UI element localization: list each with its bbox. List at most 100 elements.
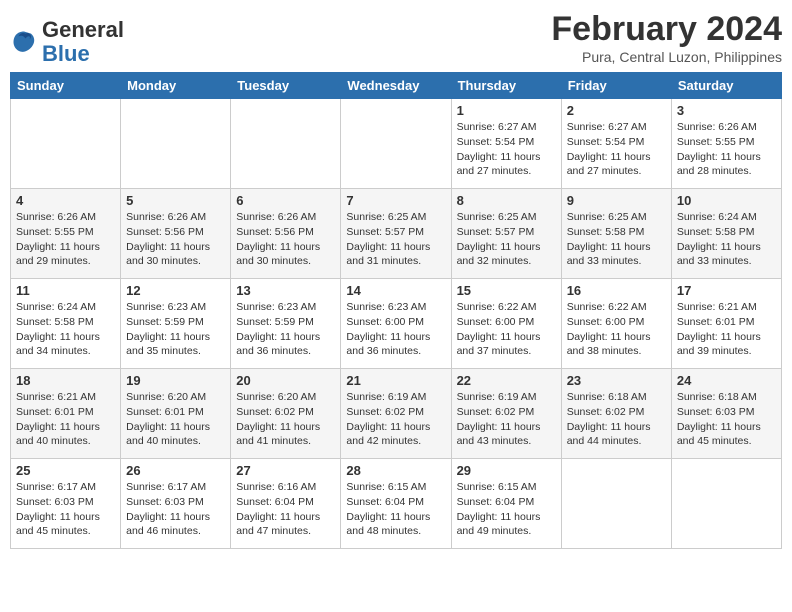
weekday-header-friday: Friday (561, 73, 671, 99)
day-number: 23 (567, 373, 666, 388)
calendar-cell: 22 Sunrise: 6:19 AM Sunset: 6:02 PM Dayli… (451, 369, 561, 459)
weekday-header-wednesday: Wednesday (341, 73, 451, 99)
day-info: Sunrise: 6:26 AM Sunset: 5:55 PM Dayligh… (16, 210, 115, 269)
calendar-cell: 13 Sunrise: 6:23 AM Sunset: 5:59 PM Dayli… (231, 279, 341, 369)
day-info: Sunrise: 6:17 AM Sunset: 6:03 PM Dayligh… (126, 480, 225, 539)
calendar-cell: 27 Sunrise: 6:16 AM Sunset: 6:04 PM Dayli… (231, 459, 341, 549)
calendar-week-row: 18Sunrise: 6:21 AM Sunset: 6:01 PM Dayli… (11, 369, 782, 459)
day-number: 3 (677, 103, 776, 118)
calendar-cell: 3 Sunrise: 6:26 AM Sunset: 5:55 PM Daylig… (671, 99, 781, 189)
calendar-cell (341, 99, 451, 189)
day-info: Sunrise: 6:21 AM Sunset: 6:01 PM Dayligh… (677, 300, 776, 359)
day-number: 2 (567, 103, 666, 118)
day-number: 12 (126, 283, 225, 298)
weekday-header-thursday: Thursday (451, 73, 561, 99)
location-subtitle: Pura, Central Luzon, Philippines (551, 49, 782, 65)
calendar-cell (121, 99, 231, 189)
calendar-cell: 4 Sunrise: 6:26 AM Sunset: 5:55 PM Daylig… (11, 189, 121, 279)
day-number: 19 (126, 373, 225, 388)
day-number: 20 (236, 373, 335, 388)
calendar-week-row: 25Sunrise: 6:17 AM Sunset: 6:03 PM Dayli… (11, 459, 782, 549)
calendar-cell: 20 Sunrise: 6:20 AM Sunset: 6:02 PM Dayli… (231, 369, 341, 459)
calendar-cell: 24Sunrise: 6:18 AM Sunset: 6:03 PM Dayli… (671, 369, 781, 459)
day-number: 10 (677, 193, 776, 208)
calendar-cell: 25Sunrise: 6:17 AM Sunset: 6:03 PM Dayli… (11, 459, 121, 549)
weekday-header-monday: Monday (121, 73, 231, 99)
day-info: Sunrise: 6:25 AM Sunset: 5:58 PM Dayligh… (567, 210, 666, 269)
calendar-cell: 29Sunrise: 6:15 AM Sunset: 6:04 PM Dayli… (451, 459, 561, 549)
day-info: Sunrise: 6:22 AM Sunset: 6:00 PM Dayligh… (567, 300, 666, 359)
day-number: 16 (567, 283, 666, 298)
month-title: February 2024 (551, 10, 782, 49)
calendar-cell: 16 Sunrise: 6:22 AM Sunset: 6:00 PM Dayli… (561, 279, 671, 369)
day-number: 4 (16, 193, 115, 208)
calendar-cell: 18Sunrise: 6:21 AM Sunset: 6:01 PM Dayli… (11, 369, 121, 459)
calendar-cell (231, 99, 341, 189)
calendar-cell (11, 99, 121, 189)
title-block: February 2024 Pura, Central Luzon, Phili… (551, 10, 782, 65)
day-info: Sunrise: 6:27 AM Sunset: 5:54 PM Dayligh… (457, 120, 556, 179)
day-number: 13 (236, 283, 335, 298)
day-info: Sunrise: 6:15 AM Sunset: 6:04 PM Dayligh… (346, 480, 445, 539)
day-number: 26 (126, 463, 225, 478)
day-info: Sunrise: 6:19 AM Sunset: 6:02 PM Dayligh… (346, 390, 445, 449)
day-info: Sunrise: 6:20 AM Sunset: 6:02 PM Dayligh… (236, 390, 335, 449)
day-number: 21 (346, 373, 445, 388)
logo-icon (10, 28, 38, 56)
day-number: 27 (236, 463, 335, 478)
calendar-cell (561, 459, 671, 549)
day-info: Sunrise: 6:16 AM Sunset: 6:04 PM Dayligh… (236, 480, 335, 539)
calendar-cell: 1 Sunrise: 6:27 AM Sunset: 5:54 PM Daylig… (451, 99, 561, 189)
day-number: 7 (346, 193, 445, 208)
day-info: Sunrise: 6:22 AM Sunset: 6:00 PM Dayligh… (457, 300, 556, 359)
day-info: Sunrise: 6:17 AM Sunset: 6:03 PM Dayligh… (16, 480, 115, 539)
day-info: Sunrise: 6:18 AM Sunset: 6:02 PM Dayligh… (567, 390, 666, 449)
calendar-cell: 10Sunrise: 6:24 AM Sunset: 5:58 PM Dayli… (671, 189, 781, 279)
calendar-cell: 14 Sunrise: 6:23 AM Sunset: 6:00 PM Dayli… (341, 279, 451, 369)
day-number: 15 (457, 283, 556, 298)
logo: General Blue (10, 18, 124, 66)
day-info: Sunrise: 6:26 AM Sunset: 5:55 PM Dayligh… (677, 120, 776, 179)
day-info: Sunrise: 6:24 AM Sunset: 5:58 PM Dayligh… (16, 300, 115, 359)
calendar-week-row: 4 Sunrise: 6:26 AM Sunset: 5:55 PM Daylig… (11, 189, 782, 279)
calendar-cell: 21 Sunrise: 6:19 AM Sunset: 6:02 PM Dayli… (341, 369, 451, 459)
calendar-cell: 19Sunrise: 6:20 AM Sunset: 6:01 PM Dayli… (121, 369, 231, 459)
day-number: 17 (677, 283, 776, 298)
day-info: Sunrise: 6:27 AM Sunset: 5:54 PM Dayligh… (567, 120, 666, 179)
calendar-cell (671, 459, 781, 549)
page-header: General Blue February 2024 Pura, Central… (10, 10, 782, 66)
calendar-cell: 28 Sunrise: 6:15 AM Sunset: 6:04 PM Dayli… (341, 459, 451, 549)
calendar-cell: 26 Sunrise: 6:17 AM Sunset: 6:03 PM Dayli… (121, 459, 231, 549)
day-info: Sunrise: 6:26 AM Sunset: 5:56 PM Dayligh… (126, 210, 225, 269)
calendar-cell: 15 Sunrise: 6:22 AM Sunset: 6:00 PM Dayli… (451, 279, 561, 369)
day-info: Sunrise: 6:18 AM Sunset: 6:03 PM Dayligh… (677, 390, 776, 449)
day-info: Sunrise: 6:26 AM Sunset: 5:56 PM Dayligh… (236, 210, 335, 269)
day-number: 8 (457, 193, 556, 208)
day-info: Sunrise: 6:23 AM Sunset: 6:00 PM Dayligh… (346, 300, 445, 359)
calendar-table: SundayMondayTuesdayWednesdayThursdayFrid… (10, 72, 782, 549)
logo-text: General Blue (42, 18, 124, 66)
weekday-header-tuesday: Tuesday (231, 73, 341, 99)
day-number: 14 (346, 283, 445, 298)
day-number: 11 (16, 283, 115, 298)
weekday-header-saturday: Saturday (671, 73, 781, 99)
calendar-cell: 9 Sunrise: 6:25 AM Sunset: 5:58 PM Daylig… (561, 189, 671, 279)
day-number: 22 (457, 373, 556, 388)
day-number: 6 (236, 193, 335, 208)
calendar-cell: 5 Sunrise: 6:26 AM Sunset: 5:56 PM Daylig… (121, 189, 231, 279)
day-number: 9 (567, 193, 666, 208)
calendar-cell: 8 Sunrise: 6:25 AM Sunset: 5:57 PM Daylig… (451, 189, 561, 279)
day-info: Sunrise: 6:19 AM Sunset: 6:02 PM Dayligh… (457, 390, 556, 449)
day-number: 1 (457, 103, 556, 118)
weekday-header-row: SundayMondayTuesdayWednesdayThursdayFrid… (11, 73, 782, 99)
calendar-cell: 7Sunrise: 6:25 AM Sunset: 5:57 PM Daylig… (341, 189, 451, 279)
day-number: 28 (346, 463, 445, 478)
calendar-cell: 6 Sunrise: 6:26 AM Sunset: 5:56 PM Daylig… (231, 189, 341, 279)
calendar-cell: 11 Sunrise: 6:24 AM Sunset: 5:58 PM Dayli… (11, 279, 121, 369)
calendar-cell: 2 Sunrise: 6:27 AM Sunset: 5:54 PM Daylig… (561, 99, 671, 189)
day-info: Sunrise: 6:25 AM Sunset: 5:57 PM Dayligh… (457, 210, 556, 269)
calendar-cell: 23 Sunrise: 6:18 AM Sunset: 6:02 PM Dayli… (561, 369, 671, 459)
day-info: Sunrise: 6:23 AM Sunset: 5:59 PM Dayligh… (236, 300, 335, 359)
day-number: 5 (126, 193, 225, 208)
day-number: 18 (16, 373, 115, 388)
